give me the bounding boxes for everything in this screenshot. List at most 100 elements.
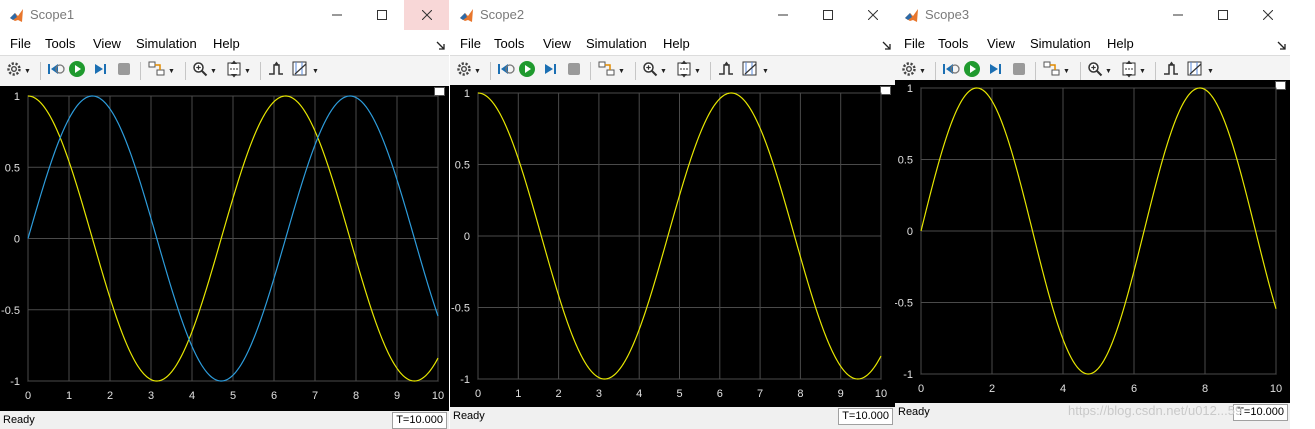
cursor-measurements-button[interactable]: ▼: [742, 61, 769, 80]
close-button[interactable]: [404, 0, 449, 30]
y-tick-label: -1: [460, 374, 470, 386]
menu-simulation[interactable]: Simulation: [136, 36, 197, 51]
menu-simulation[interactable]: Simulation: [1030, 36, 1091, 51]
dropdown-arrow-icon[interactable]: ▼: [1207, 68, 1214, 75]
autoscale-button[interactable]: ▼: [226, 60, 251, 80]
status-bar: Ready T=10.000: [0, 411, 449, 429]
title-bar[interactable]: Scope3: [895, 0, 1290, 30]
dropdown-arrow-icon[interactable]: ▼: [919, 68, 926, 75]
dropdown-arrow-icon[interactable]: ▼: [312, 68, 319, 75]
step-back-button[interactable]: [47, 62, 65, 80]
stop-icon: [566, 61, 582, 82]
menu-help[interactable]: Help: [1107, 36, 1134, 51]
x-tick-label: 6: [271, 390, 277, 402]
toolbar-separator: [1080, 62, 1081, 80]
background-window-edge: [1300, 0, 1315, 429]
dropdown-arrow-icon[interactable]: ▼: [1139, 68, 1146, 75]
menu-help[interactable]: Help: [663, 36, 690, 51]
menu-view[interactable]: View: [93, 36, 121, 51]
menu-view[interactable]: View: [543, 36, 571, 51]
dropdown-arrow-icon[interactable]: ▼: [474, 68, 481, 75]
highlight-simulink-button[interactable]: ▼: [598, 61, 625, 80]
highlight-simulink-button[interactable]: ▼: [148, 61, 175, 80]
cursor-measurements-button[interactable]: ▼: [292, 61, 319, 82]
plot-area[interactable]: 0 2 4 6 8 10 1 0.5 0 -0.5 -1: [895, 80, 1290, 403]
dock-arrow-icon[interactable]: [882, 38, 891, 53]
dropdown-arrow-icon[interactable]: ▼: [24, 68, 31, 75]
menu-file[interactable]: File: [904, 36, 925, 51]
dropdown-arrow-icon[interactable]: ▼: [244, 68, 251, 75]
toolbar-separator: [590, 62, 591, 80]
step-forward-button[interactable]: [987, 62, 1003, 80]
zoom-button[interactable]: ▼: [1087, 61, 1112, 82]
x-tick-label: 9: [394, 390, 400, 402]
title-bar[interactable]: Scope1: [0, 0, 449, 30]
simulation-time: T=10.000: [838, 408, 893, 425]
autoscale-button[interactable]: ▼: [1121, 60, 1146, 80]
dropdown-arrow-icon[interactable]: ▼: [660, 68, 667, 75]
maximize-button[interactable]: [805, 0, 850, 30]
toolbar-separator: [260, 62, 261, 80]
menu-file[interactable]: File: [10, 36, 31, 51]
menu-help[interactable]: Help: [213, 36, 240, 51]
x-tick-label: 10: [1270, 383, 1282, 395]
maximize-button[interactable]: [359, 0, 404, 30]
dock-arrow-icon[interactable]: [1277, 38, 1286, 53]
cursor-measurements-icon: [292, 61, 310, 82]
gear-button[interactable]: ▼: [456, 61, 481, 80]
menu-view[interactable]: View: [987, 36, 1015, 51]
triggers-button[interactable]: [1163, 61, 1179, 80]
close-button[interactable]: [1245, 0, 1290, 30]
zoom-button[interactable]: ▼: [192, 61, 217, 82]
menu-simulation[interactable]: Simulation: [586, 36, 647, 51]
gear-button[interactable]: ▼: [6, 61, 31, 80]
window-title: Scope1: [30, 7, 75, 22]
x-tick-label: 10: [432, 390, 444, 402]
dropdown-arrow-icon[interactable]: ▼: [210, 68, 217, 75]
highlight-simulink-button[interactable]: ▼: [1043, 61, 1070, 80]
x-tick-label: 7: [312, 390, 318, 402]
triggers-button[interactable]: [268, 61, 284, 80]
close-button[interactable]: [850, 0, 895, 30]
minimize-button[interactable]: [314, 0, 359, 30]
title-bar[interactable]: Scope2: [450, 0, 895, 30]
y-tick-label: 0.5: [5, 162, 20, 174]
run-button[interactable]: [68, 60, 86, 80]
menu-tools[interactable]: Tools: [938, 36, 968, 51]
toolbar: ▼ ▼ ▼ ▼ ▼: [0, 55, 449, 87]
minimize-button[interactable]: [760, 0, 805, 30]
triggers-button[interactable]: [718, 61, 734, 80]
dropdown-arrow-icon[interactable]: ▼: [618, 68, 625, 75]
minimize-button[interactable]: [1155, 0, 1200, 30]
dropdown-arrow-icon[interactable]: ▼: [168, 68, 175, 75]
stop-button[interactable]: [566, 62, 582, 80]
step-back-button[interactable]: [942, 62, 960, 80]
dropdown-arrow-icon[interactable]: ▼: [1105, 68, 1112, 75]
x-tick-label: 5: [230, 390, 236, 402]
run-button[interactable]: [518, 60, 536, 80]
autoscale-button[interactable]: ▼: [676, 60, 701, 80]
maximize-button[interactable]: [1200, 0, 1245, 30]
stop-button[interactable]: [1011, 62, 1027, 80]
x-tick-label: 8: [353, 390, 359, 402]
zoom-icon: [1087, 61, 1103, 82]
step-back-button[interactable]: [497, 62, 515, 80]
dropdown-arrow-icon[interactable]: ▼: [1063, 68, 1070, 75]
menu-tools[interactable]: Tools: [45, 36, 75, 51]
dock-arrow-icon[interactable]: [436, 38, 445, 53]
zoom-button[interactable]: ▼: [642, 61, 667, 80]
menu-file[interactable]: File: [460, 36, 481, 51]
dropdown-arrow-icon[interactable]: ▼: [762, 68, 769, 75]
menu-tools[interactable]: Tools: [494, 36, 524, 51]
dropdown-arrow-icon[interactable]: ▼: [694, 68, 701, 75]
zoom-icon: [192, 61, 208, 82]
run-button[interactable]: [963, 60, 981, 80]
gear-button[interactable]: ▼: [901, 61, 926, 80]
plot-area[interactable]: 0 1 2 3 4 5 6 7 8 9 10 1 0.5 0 -0.5 -1: [450, 85, 895, 407]
step-forward-button[interactable]: [542, 62, 558, 80]
step-forward-button[interactable]: [92, 62, 108, 80]
stop-button[interactable]: [116, 62, 132, 80]
cursor-measurements-button[interactable]: ▼: [1187, 61, 1214, 80]
y-tick-label: 1: [14, 91, 20, 103]
plot-area[interactable]: 0 1 2 3 4 5 6 7 8 9 10 1 0.5 0 -0.5 -1: [0, 86, 449, 411]
